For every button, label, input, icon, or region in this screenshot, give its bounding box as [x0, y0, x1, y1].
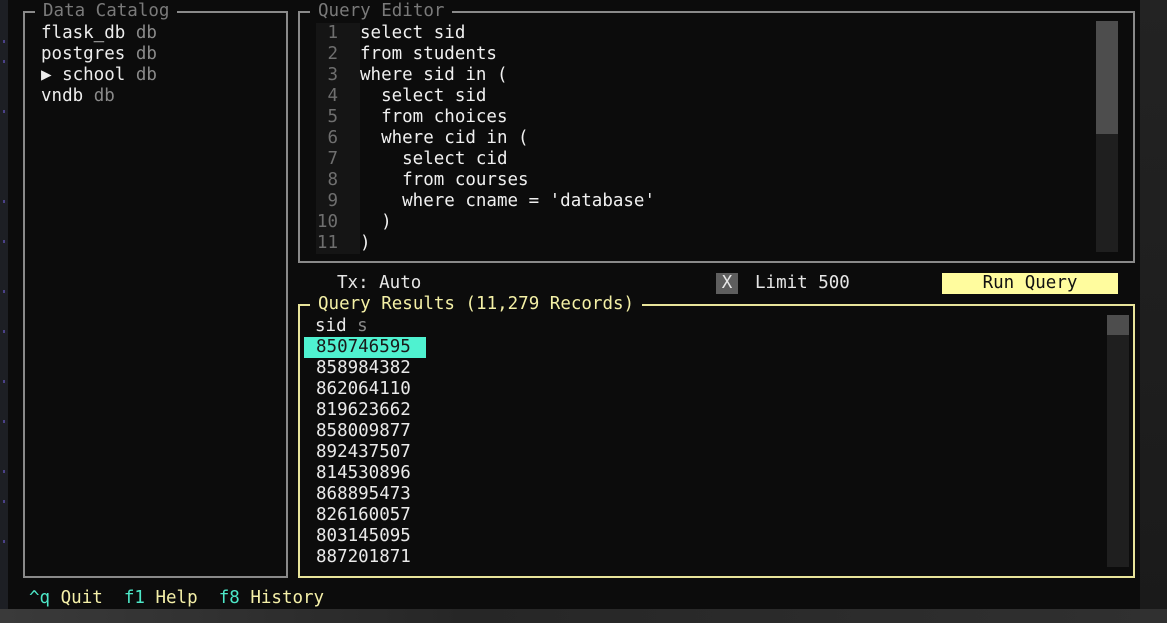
- code-line: 1 select sid: [316, 23, 1106, 44]
- code-line: 6 where cid in (: [316, 128, 1106, 149]
- results-table: 850746595 858984382 862064110 819623662 …: [304, 337, 426, 568]
- line-number: 6: [316, 128, 360, 149]
- line-number: 7: [316, 149, 360, 170]
- code-line: 9 where cname = 'database': [316, 191, 1106, 212]
- code-text: ): [360, 233, 371, 253]
- background-strip: [0, 0, 8, 623]
- code-area[interactable]: 1 select sid 2 from students 3 where sid in…: [316, 23, 1106, 254]
- code-line: 4 select sid: [316, 86, 1106, 107]
- table-row-selected[interactable]: 850746595: [304, 337, 426, 358]
- catalog-item-school[interactable]: ▶ school db: [41, 65, 157, 86]
- line-number: 10: [316, 212, 360, 233]
- code-line: 3 where sid in (: [316, 65, 1106, 86]
- catalog-item-postgres[interactable]: postgres db: [41, 44, 157, 65]
- query-editor-panel[interactable]: Query Editor 1 select sid 2 from students …: [298, 1, 1135, 263]
- line-number: 5: [316, 107, 360, 128]
- code-line: 8 from courses: [316, 170, 1106, 191]
- data-catalog-title: Data Catalog: [35, 1, 178, 21]
- column-name: sid: [315, 316, 347, 336]
- results-scrollbar[interactable]: [1107, 315, 1129, 567]
- code-text: ): [360, 212, 392, 232]
- code-text: from courses: [360, 170, 529, 190]
- expand-arrow-icon[interactable]: ▶: [41, 65, 62, 85]
- table-row[interactable]: 858009877: [304, 421, 426, 442]
- table-row[interactable]: 826160057: [304, 505, 426, 526]
- code-text: where sid in (: [360, 65, 508, 85]
- catalog-item-flask-db[interactable]: flask_db db: [41, 23, 157, 44]
- key-label: Quit: [60, 588, 103, 608]
- catalog-item-name: school: [62, 65, 126, 85]
- catalog-item-name: postgres: [41, 44, 126, 64]
- code-line: 2 from students: [316, 44, 1106, 65]
- line-number: 11: [316, 233, 360, 254]
- column-type: s: [357, 316, 368, 336]
- catalog-item-kind: db: [93, 86, 115, 106]
- code-text: where cid in (: [360, 128, 529, 148]
- table-row[interactable]: 814530896: [304, 463, 426, 484]
- code-text: where cname = 'database': [360, 191, 656, 211]
- code-text: select sid: [360, 23, 466, 43]
- query-results-title: Query Results (11,279 Records): [310, 294, 643, 314]
- catalog-item-vndb[interactable]: vndb db: [41, 86, 157, 107]
- key-label: Help: [155, 588, 198, 608]
- code-text: from students: [360, 44, 497, 64]
- line-number: 4: [316, 86, 360, 107]
- key-label: History: [250, 588, 325, 608]
- line-number: 3: [316, 65, 360, 86]
- key-hint: ^q: [29, 588, 51, 608]
- line-number: 2: [316, 44, 360, 65]
- footer-item-quit[interactable]: ^q Quit: [29, 588, 103, 608]
- data-catalog-panel: Data Catalog flask_db db postgres db ▶ s…: [23, 1, 288, 578]
- desktop-background: [0, 609, 1167, 623]
- limit-checkbox[interactable]: X: [716, 273, 738, 294]
- table-row[interactable]: 892437507: [304, 442, 426, 463]
- code-text: select sid: [360, 86, 487, 106]
- key-hint: f8: [218, 588, 240, 608]
- catalog-item-name: vndb: [41, 86, 84, 106]
- query-results-panel: Query Results (11,279 Records) sid s 850…: [298, 294, 1135, 578]
- line-number: 1: [316, 23, 360, 44]
- key-hint: f1: [123, 588, 145, 608]
- catalog-item-kind: db: [135, 23, 157, 43]
- editor-scrollbar[interactable]: [1096, 21, 1118, 252]
- table-row[interactable]: 819623662: [304, 400, 426, 421]
- editor-scrollbar-thumb[interactable]: [1096, 21, 1118, 134]
- table-row[interactable]: 868895473: [304, 484, 426, 505]
- code-line: 7 select cid: [316, 149, 1106, 170]
- transaction-mode-toggle[interactable]: Tx: Auto: [337, 273, 421, 294]
- table-row[interactable]: 803145095: [304, 526, 426, 547]
- results-column-header[interactable]: sid s: [315, 316, 368, 337]
- code-line: 11): [316, 233, 1106, 254]
- query-editor-title: Query Editor: [310, 1, 453, 21]
- line-number: 9: [316, 191, 360, 212]
- code-text: select cid: [360, 149, 508, 169]
- code-text: from choices: [360, 107, 508, 127]
- run-query-button[interactable]: Run Query: [942, 273, 1118, 294]
- footer-keybindings: ^q Quit f1 Help f8 History: [29, 588, 324, 609]
- code-line: 10 ): [316, 212, 1106, 233]
- window-edge: [1140, 0, 1167, 623]
- table-row[interactable]: 858984382: [304, 358, 426, 379]
- table-row[interactable]: 862064110: [304, 379, 426, 400]
- footer-item-history[interactable]: f8 History: [219, 588, 324, 608]
- results-scrollbar-thumb[interactable]: [1107, 315, 1129, 335]
- line-number: 8: [316, 170, 360, 191]
- catalog-item-kind: db: [135, 65, 157, 85]
- table-row[interactable]: 887201871: [304, 547, 426, 568]
- limit-label[interactable]: Limit 500: [755, 273, 850, 294]
- catalog-tree: flask_db db postgres db ▶ school db vndb…: [41, 23, 157, 107]
- catalog-item-name: flask_db: [41, 23, 126, 43]
- footer-item-help[interactable]: f1 Help: [124, 588, 198, 608]
- catalog-item-kind: db: [135, 44, 157, 64]
- code-line: 5 from choices: [316, 107, 1106, 128]
